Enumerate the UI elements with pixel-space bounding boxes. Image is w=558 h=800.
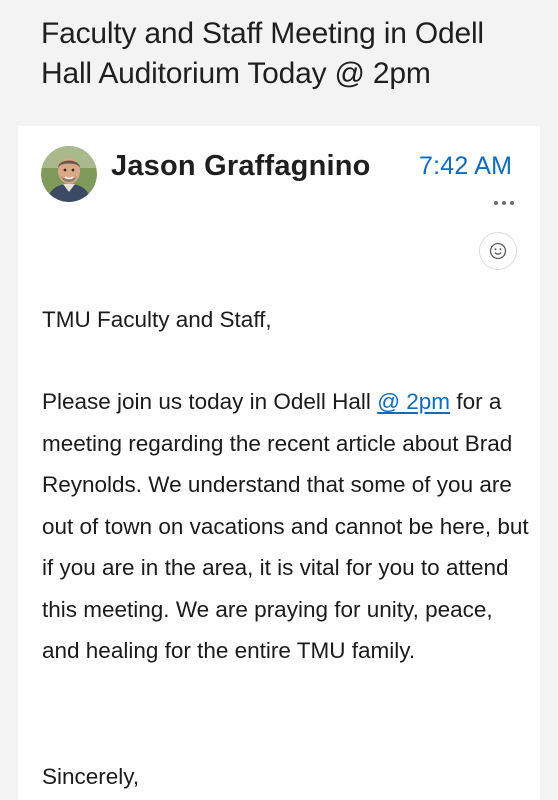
body-text-before-link: Please join us today in Odell Hall	[42, 389, 378, 414]
email-signoff: Sincerely,	[42, 764, 140, 789]
email-subject: Faculty and Staff Meeting in Odell Hall …	[41, 17, 484, 90]
sender-name[interactable]: Jason Graffagnino	[111, 148, 371, 184]
email-greeting: TMU Faculty and Staff,	[42, 307, 272, 332]
more-horizontal-icon[interactable]	[492, 196, 516, 210]
time-link[interactable]: @ 2pm	[377, 389, 450, 414]
avatar-photo	[41, 146, 97, 202]
sender-avatar[interactable]	[41, 146, 97, 202]
add-reaction-button[interactable]	[479, 232, 517, 270]
body-text-after-link: for a meeting regarding the recent artic…	[42, 389, 529, 663]
received-time: 7:42 AM	[419, 152, 513, 180]
subject-header: Faculty and Staff Meeting in Odell Hall …	[0, 0, 558, 126]
email-body-paragraph: Please join us today in Odell Hall @ 2pm…	[42, 381, 532, 672]
smiley-face-icon	[489, 242, 507, 260]
